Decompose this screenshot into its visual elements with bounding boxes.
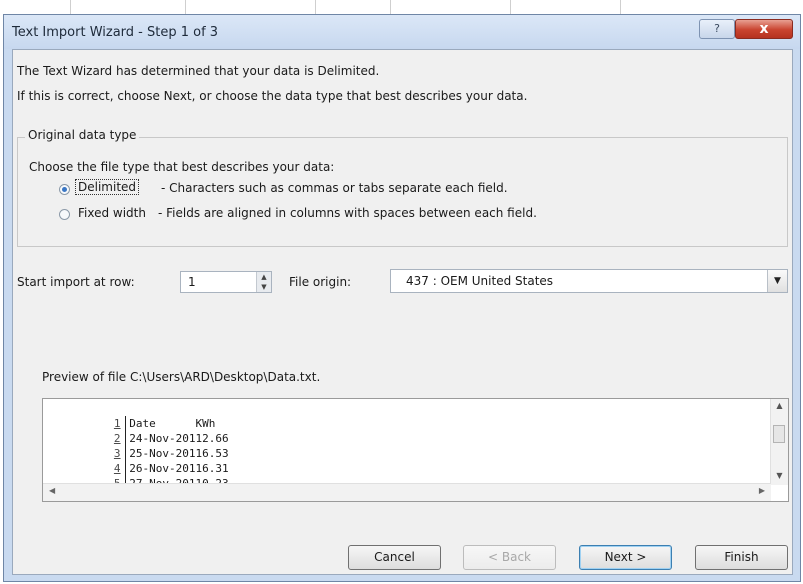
file-origin-value: 437 : OEM United States [406,274,554,288]
preview-row: 527-Nov-20110.23 [43,461,229,491]
preview-row: 1 Date KWh [43,401,229,431]
close-button[interactable]: x [735,19,793,39]
chevron-down-icon[interactable]: ▼ [767,270,787,292]
preview-label: Preview of file C:\Users\ARD\Desktop\Dat… [42,370,321,384]
fixed-width-radio[interactable] [59,209,70,220]
start-row-value: 1 [188,275,196,289]
title-bar[interactable]: Text Import Wizard - Step 1 of 3 ? x [4,15,800,49]
preview-horizontal-scrollbar[interactable]: ◀ ▶ [43,483,771,501]
preview-row: 3 25-Nov-20116.53 [43,431,229,461]
sheet-cell [315,0,391,14]
window-title: Text Import Wizard - Step 1 of 3 [12,25,219,40]
group-legend: Original data type [25,128,140,142]
sheet-cell [70,0,186,14]
scroll-up-icon[interactable]: ▲ [771,401,788,410]
delimited-label[interactable]: Delimited [75,179,140,195]
scroll-right-icon[interactable]: ▶ [759,486,765,495]
delimited-description: - Characters such as commas or tabs sepa… [161,181,508,195]
preview-row: 4 26-Nov-20116.31 [43,446,229,476]
spin-up-icon[interactable]: ▲ [256,272,271,282]
close-icon: x [759,21,769,37]
fixed-width-description: - Fields are aligned in columns with spa… [158,206,537,220]
finish-button[interactable]: Finish [695,545,788,570]
file-origin-label: File origin: [289,275,352,289]
sheet-cell [390,0,511,14]
scroll-down-icon[interactable]: ▼ [771,471,788,480]
scroll-thumb[interactable] [773,425,785,443]
intro-line-1: The Text Wizard has determined that your… [17,64,380,78]
next-button[interactable]: Next > [579,545,672,570]
intro-line-2: If this is correct, choose Next, or choo… [17,89,528,103]
scroll-left-icon[interactable]: ◀ [49,486,55,495]
dialog-body: The Text Wizard has determined that your… [12,49,793,575]
preview-rows: 1 Date KWh 2 24-Nov-20112.66 3 25-Nov-20116… [43,401,229,491]
text-import-wizard-dialog: Text Import Wizard - Step 1 of 3 ? x The… [3,14,801,582]
file-preview[interactable]: 1 Date KWh 2 24-Nov-20112.66 3 25-Nov-20116… [42,398,789,502]
spin-down-icon[interactable]: ▼ [256,282,271,292]
sheet-cell [185,0,316,14]
file-type-prompt: Choose the file type that best describes… [29,160,335,174]
back-button[interactable]: < Back [463,545,556,570]
delimited-radio[interactable] [59,184,70,195]
background-sheet-strip [0,0,803,14]
file-origin-select[interactable]: 437 : OEM United States ▼ [390,269,788,293]
preview-vertical-scrollbar[interactable]: ▲ ▼ [770,399,788,485]
preview-row: 2 24-Nov-20112.66 [43,416,229,446]
help-button[interactable]: ? [699,19,735,39]
sheet-cell [620,0,803,14]
start-row-spinner[interactable]: 1 ▲ ▼ [180,271,272,293]
sheet-cell [0,0,71,14]
fixed-width-label[interactable]: Fixed width [78,206,146,220]
start-row-label: Start import at row: [17,275,135,289]
help-icon: ? [714,22,720,35]
sheet-cell [510,0,621,14]
cancel-button[interactable]: Cancel [348,545,441,570]
